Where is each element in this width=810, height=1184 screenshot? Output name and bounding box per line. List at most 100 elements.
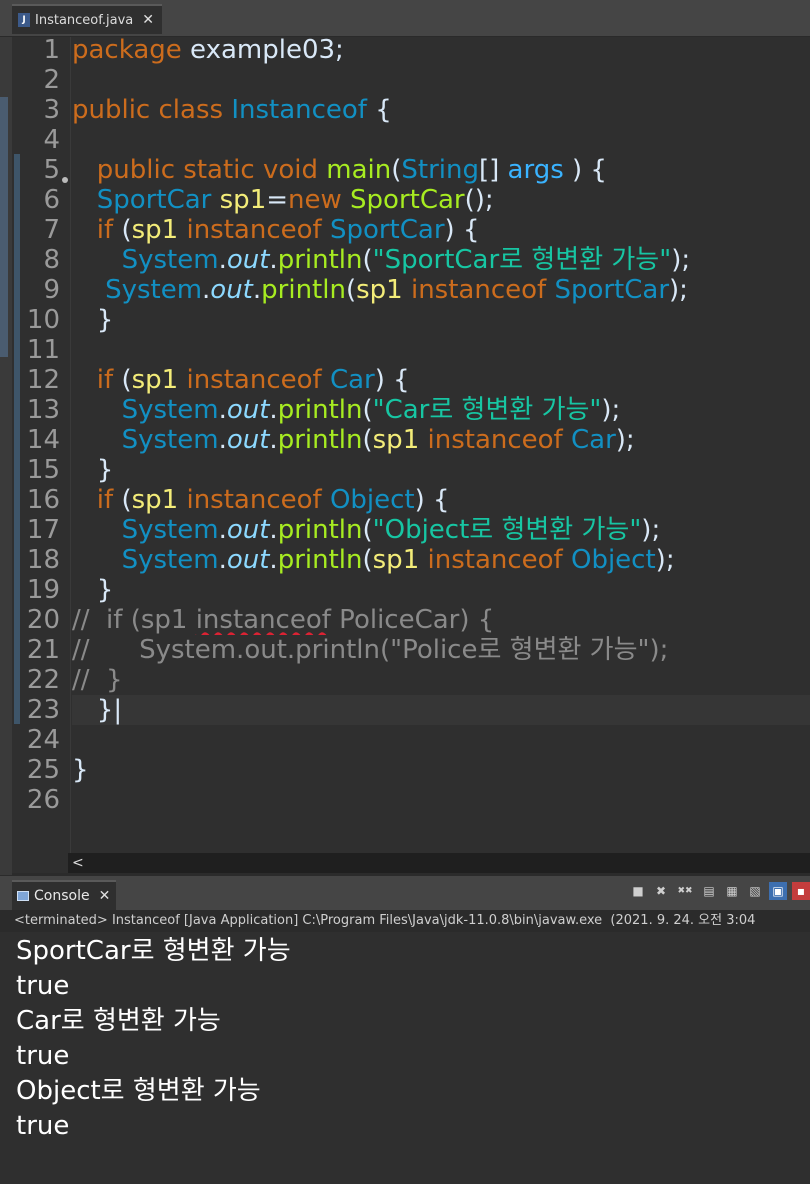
code-token: .	[269, 545, 278, 575]
code-line[interactable]: System.out.println(sp1 instanceof SportC…	[72, 275, 810, 305]
code-line[interactable]	[72, 335, 810, 365]
code-token: {	[366, 95, 392, 125]
code-token: System	[105, 275, 203, 305]
code-token: instanceof	[186, 215, 330, 245]
scroll-left-arrow-icon[interactable]: <	[72, 853, 84, 873]
code-token: String	[401, 155, 479, 185]
code-token: out	[226, 395, 270, 425]
console-output-line: true	[16, 1041, 70, 1071]
code-token: []	[478, 155, 508, 185]
code-token: ) {	[374, 365, 410, 395]
code-token: Instanceof	[231, 95, 367, 125]
code-line[interactable]: // }	[72, 665, 810, 695]
code-line[interactable]: // if (sp1 instanceof PoliceCar) {	[72, 605, 810, 635]
code-line[interactable]: public class Instanceof {	[72, 95, 810, 125]
code-token: .	[218, 395, 227, 425]
code-line[interactable]: package example03;	[72, 35, 810, 65]
code-token: package	[72, 35, 191, 65]
code-token: SportCar	[96, 185, 220, 215]
code-token: (	[362, 425, 373, 455]
code-line[interactable]: System.out.println("SportCar로 형변환 가능");	[72, 245, 810, 275]
line-number: 15	[26, 455, 60, 485]
code-token: Object	[570, 545, 656, 575]
code-line[interactable]: public static void main(String[] args ) …	[72, 155, 810, 185]
code-token: if	[96, 365, 122, 395]
code-token: static	[183, 155, 263, 185]
code-line[interactable]: }|	[72, 695, 810, 725]
code-line[interactable]: System.out.println(sp1 instanceof Object…	[72, 545, 810, 575]
code-token: println	[261, 275, 346, 305]
code-token: System	[121, 545, 219, 575]
code-area[interactable]: package example03; public class Instanceo…	[72, 35, 810, 853]
code-token: "Car로 형변환 가능"	[372, 395, 602, 425]
code-token: ) {	[563, 155, 607, 185]
line-number-gutter: 1 2 3 4 5 6 7 8 9 10 11 12 13 14 15 16 17 18 19 20 21 22 23 24 2…	[12, 35, 71, 853]
code-line[interactable]: SportCar sp1=new SportCar();	[72, 185, 810, 215]
line-number: 13	[26, 395, 60, 425]
code-line[interactable]: }	[72, 305, 810, 335]
code-line[interactable]: if (sp1 instanceof Object) {	[72, 485, 810, 515]
code-token: (	[345, 275, 357, 305]
fold-marker-icon[interactable]	[62, 177, 68, 183]
console-tab[interactable]: Console ✕	[12, 880, 116, 910]
code-line[interactable]	[72, 785, 810, 815]
line-number: 21	[26, 635, 60, 665]
close-icon[interactable]: ✕	[99, 888, 111, 904]
line-number: 18	[26, 545, 60, 575]
code-token: public	[96, 155, 184, 185]
close-icon[interactable]: ✕	[142, 12, 154, 28]
code-line[interactable]: if (sp1 instanceof Car) {	[72, 365, 810, 395]
pin-console-icon[interactable]: ▣	[769, 882, 787, 900]
code-token: println	[277, 545, 363, 575]
code-token: }	[72, 575, 114, 605]
scroll-lock-icon[interactable]: ▦	[723, 882, 741, 900]
code-line[interactable]: // System.out.println("Police로 형변환 가능");	[72, 635, 810, 665]
code-token: if	[96, 215, 122, 245]
code-token: System	[121, 425, 219, 455]
code-token: ();	[464, 185, 494, 215]
line-number: 10	[26, 305, 60, 335]
code-token: instanceof	[427, 425, 571, 455]
code-line[interactable]: System.out.println("Object로 형변환 가능");	[72, 515, 810, 545]
code-token: Object	[329, 485, 415, 515]
code-line[interactable]: System.out.println(sp1 instanceof Car);	[72, 425, 810, 455]
code-token: }|	[72, 695, 123, 725]
line-number: 14	[26, 425, 60, 455]
code-token: example03;	[190, 35, 344, 65]
code-token: // if (sp1	[72, 605, 196, 635]
code-token: .	[269, 395, 278, 425]
console-output[interactable]: SportCar로 형변환 가능 true Car로 형변환 가능 true Objec…	[0, 932, 810, 1184]
code-token: sp1	[356, 275, 411, 305]
code-token: );	[615, 425, 635, 455]
clear-console-icon[interactable]: ▤	[700, 882, 718, 900]
code-token: // }	[72, 665, 123, 695]
word-wrap-icon[interactable]: ▧	[746, 882, 764, 900]
horizontal-scrollbar[interactable]: <	[68, 853, 810, 873]
code-line[interactable]: if (sp1 instanceof SportCar) {	[72, 215, 810, 245]
stop-icon[interactable]: ■	[629, 882, 647, 900]
code-token: instanceof	[186, 485, 330, 515]
java-file-icon: J	[18, 13, 30, 27]
code-token: SportCar	[329, 215, 445, 245]
code-line[interactable]: System.out.println("Car로 형변환 가능");	[72, 395, 810, 425]
code-line[interactable]: }	[72, 755, 810, 785]
code-line[interactable]	[72, 725, 810, 755]
editor-tab-instanceof-java[interactable]: J Instanceof.java ✕	[12, 4, 162, 34]
code-line[interactable]: }	[72, 455, 810, 485]
line-number: 5	[43, 155, 60, 185]
code-token: instanceof	[186, 365, 330, 395]
display-selected-console-icon[interactable]: ▪	[792, 882, 810, 900]
code-line[interactable]	[72, 125, 810, 155]
code-line[interactable]: }	[72, 575, 810, 605]
remove-all-icon[interactable]: ✖✖	[675, 882, 695, 900]
code-editor[interactable]: 1 2 3 4 5 6 7 8 9 10 11 12 13 14 15 16 17 18 19 20 21 22 23 24 2…	[12, 35, 810, 853]
code-token: (	[362, 515, 373, 545]
code-line[interactable]	[72, 65, 810, 95]
code-token: void	[262, 155, 327, 185]
line-number: 25	[26, 755, 60, 785]
remove-launch-icon[interactable]: ✖	[652, 882, 670, 900]
